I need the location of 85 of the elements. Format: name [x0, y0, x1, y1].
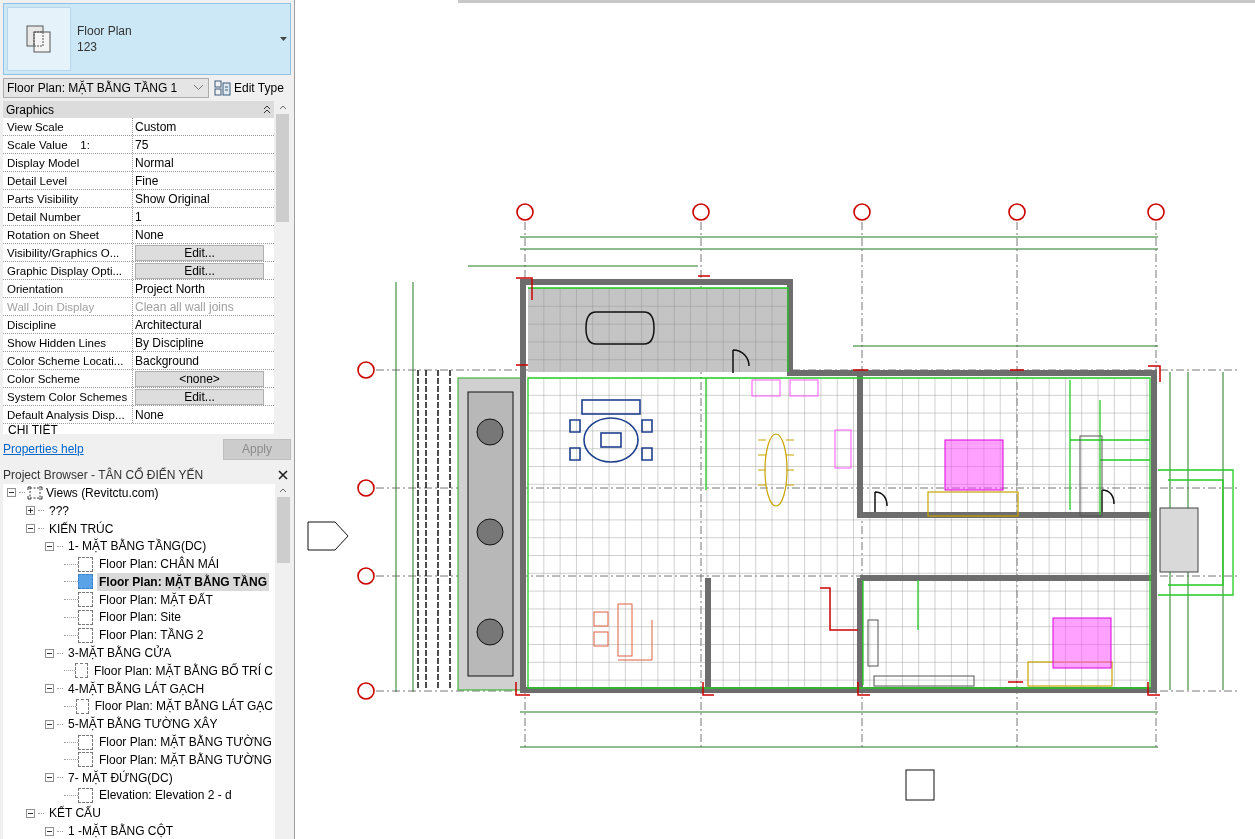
collapse-chevrons-icon	[263, 105, 271, 114]
property-name: Detail Number	[3, 208, 133, 225]
property-value[interactable]: Architectural	[135, 315, 202, 334]
collapse-toggle-icon[interactable]	[45, 826, 54, 836]
tree-item[interactable]: 3-MẶT BẰNG CỬA	[68, 644, 172, 663]
edit-button[interactable]: <none>	[135, 370, 264, 387]
edit-button[interactable]: Edit...	[135, 244, 264, 261]
property-value[interactable]: Fine	[135, 171, 159, 190]
dropdown-chevron-icon	[194, 85, 203, 90]
view-frame-icon	[27, 485, 43, 500]
collapse-toggle-icon[interactable]	[45, 719, 54, 729]
tree-item[interactable]: Views (Revitctu.com)	[46, 484, 159, 502]
property-name: Color Scheme Locati...	[3, 352, 133, 369]
tree-item[interactable]: Elevation: Elevation 2 - d	[97, 786, 234, 805]
property-name: Orientation	[3, 280, 133, 297]
collapse-toggle-icon[interactable]	[45, 773, 54, 783]
edit-button[interactable]: Edit...	[135, 262, 264, 279]
tree-item[interactable]: Floor Plan: Site	[97, 608, 184, 627]
property-name: Parts Visibility	[3, 190, 133, 207]
property-name: Discipline	[3, 316, 133, 333]
properties-help-link[interactable]: Properties help	[3, 440, 84, 458]
property-value[interactable]: Normal	[135, 153, 174, 172]
property-name: Visibility/Graphics O...	[3, 244, 133, 261]
collapse-toggle-icon[interactable]	[45, 648, 54, 658]
scroll-thumb[interactable]	[276, 497, 290, 563]
property-name: Show Hidden Lines	[3, 334, 133, 351]
group-header[interactable]: Graphics	[3, 101, 274, 118]
property-value: Clean all wall joins	[135, 298, 234, 316]
tree-item[interactable]: KẾT CẤU	[49, 804, 101, 823]
edit-type-button[interactable]: Edit Type	[214, 77, 284, 98]
type-name-label: 123	[77, 39, 99, 55]
property-name: Rotation on Sheet	[3, 226, 133, 243]
edit-button[interactable]: Edit...	[135, 388, 264, 405]
property-value[interactable]: Show Original	[135, 189, 210, 208]
type-family-label: Floor Plan	[77, 23, 132, 39]
scroll-up-icon[interactable]	[278, 105, 287, 110]
floor-plan-icon	[7, 7, 71, 71]
property-name: System Color Schemes	[3, 388, 133, 405]
expand-toggle-icon[interactable]	[26, 506, 35, 516]
dropdown-caret-icon	[280, 37, 287, 41]
property-value[interactable]: Custom	[135, 117, 177, 136]
panel-title: Project Browser - TÂN CỔ ĐIỂN YẾN	[3, 466, 204, 484]
property-name: Scale Value 1:	[3, 136, 133, 153]
property-value[interactable]: Background	[135, 351, 200, 370]
tree-item[interactable]: Floor Plan: TẦNG 2	[97, 626, 206, 645]
close-icon[interactable]	[278, 470, 288, 480]
tree-item[interactable]: 1 -MẶT BẰNG CỘT	[68, 822, 174, 839]
type-selector[interactable]: Floor Plan 123	[3, 3, 291, 75]
property-value[interactable]: None	[135, 405, 164, 424]
tree-item[interactable]: Floor Plan: MẶT BẰNG TƯỜNG	[97, 733, 274, 752]
collapse-toggle-icon[interactable]	[26, 524, 35, 533]
tree-item[interactable]: Floor Plan: MẶT BẰNG LÁT GẠC	[92, 697, 275, 716]
tree-item[interactable]: ???	[49, 501, 70, 520]
property-name: View Scale	[3, 118, 133, 135]
group-header[interactable]: CHI TIẾT	[3, 424, 58, 434]
tree-item[interactable]: 7- MẶT ĐỨNG(DC)	[68, 768, 173, 787]
property-value[interactable]: Project North	[135, 279, 206, 298]
scroll-up-icon[interactable]	[279, 488, 287, 493]
instance-dropdown[interactable]: Floor Plan: MẶT BẰNG TẦNG 1	[3, 77, 209, 98]
scrollbar[interactable]	[275, 484, 291, 839]
tree-item[interactable]: Floor Plan: CHÂN MÁI	[97, 555, 222, 574]
property-value[interactable]: 75	[135, 135, 149, 154]
property-value[interactable]: By Discipline	[135, 333, 204, 352]
property-name: Graphic Display Opti...	[3, 262, 133, 279]
property-name: Wall Join Display	[3, 298, 133, 315]
property-name: Default Analysis Disp...	[3, 406, 133, 423]
property-value[interactable]: None	[135, 225, 164, 244]
tree-item[interactable]: 4-MẶT BẰNG LÁT GẠCH	[68, 679, 205, 698]
collapse-toggle-icon[interactable]	[26, 808, 35, 818]
collapse-toggle-icon[interactable]	[45, 541, 54, 551]
tree-item[interactable]: KIẾN TRÚC	[49, 519, 114, 538]
collapse-toggle-icon[interactable]	[45, 684, 54, 694]
property-name: Detail Level	[3, 172, 133, 189]
collapse-toggle-icon[interactable]	[7, 488, 16, 498]
property-name: Display Model	[3, 154, 133, 171]
scroll-thumb[interactable]	[276, 114, 289, 222]
property-name: Color Scheme	[3, 370, 133, 387]
tree-item[interactable]: Floor Plan: MẶT ĐẤT	[97, 590, 215, 609]
property-value[interactable]: 1	[135, 207, 142, 226]
tree-item[interactable]: Floor Plan: MẶT BẰNG BỐ TRÍ C	[92, 661, 275, 680]
tree-item[interactable]: 5-MẶT BẰNG TƯỜNG XÂY	[68, 715, 218, 734]
tree-item[interactable]: Floor Plan: MẶT BẰNG TẦNG	[97, 572, 269, 591]
tree-item[interactable]: 1- MẶT BẰNG TẦNG(DC)	[68, 537, 207, 556]
tree-item[interactable]: Floor Plan: MẶT BẰNG TƯỜNG	[97, 750, 274, 769]
edit-type-icon	[214, 79, 231, 96]
